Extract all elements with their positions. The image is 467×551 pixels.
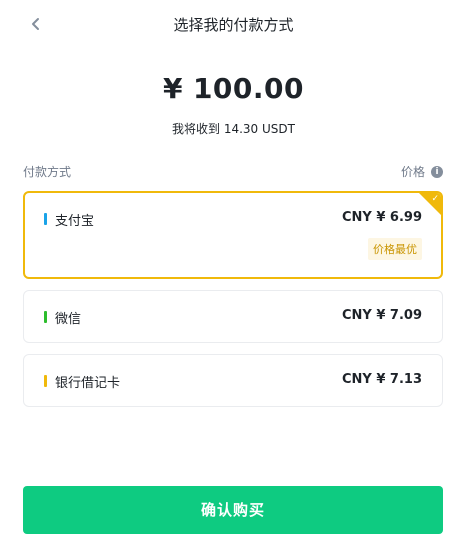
method-color-bar xyxy=(44,213,47,225)
payment-method-bank-card[interactable]: 银行借记卡 CNY ¥ 7.13 xyxy=(23,354,443,407)
payment-method-heading: 付款方式 xyxy=(23,165,72,179)
page-title: 选择我的付款方式 xyxy=(173,16,294,34)
info-icon[interactable]: i xyxy=(431,165,443,178)
method-name: 支付宝 xyxy=(55,214,95,229)
check-icon: ✓ xyxy=(431,194,439,204)
price-heading[interactable]: 价格 i xyxy=(401,163,443,180)
method-price: CNY ¥ 7.13 xyxy=(341,372,422,387)
confirm-purchase-button[interactable]: 确认购买 xyxy=(23,486,443,534)
best-price-badge: 价格最优 xyxy=(368,238,422,260)
payment-method-wechat[interactable]: 微信 CNY ¥ 7.09 xyxy=(23,290,443,343)
price-heading-label: 价格 xyxy=(400,165,425,179)
method-name: 微信 xyxy=(55,312,82,327)
payment-method-alipay[interactable]: 支付宝 CNY ¥ 6.99 价格最优 ✓ xyxy=(23,191,443,279)
receive-amount-text: 我将收到 14.30 USDT xyxy=(172,122,295,136)
header: 选择我的付款方式 xyxy=(0,0,467,48)
currency-symbol: ¥ xyxy=(162,72,183,105)
payment-list-header: 付款方式 价格 i xyxy=(23,163,443,181)
method-price: CNY ¥ 6.99 xyxy=(341,210,422,225)
amount-value: 100.00 xyxy=(192,72,305,105)
method-price: CNY ¥ 7.09 xyxy=(341,308,422,323)
order-amount: ¥100.00 xyxy=(0,72,467,105)
method-name: 银行借记卡 xyxy=(55,376,121,391)
method-color-bar xyxy=(44,311,47,323)
method-color-bar xyxy=(44,375,47,387)
